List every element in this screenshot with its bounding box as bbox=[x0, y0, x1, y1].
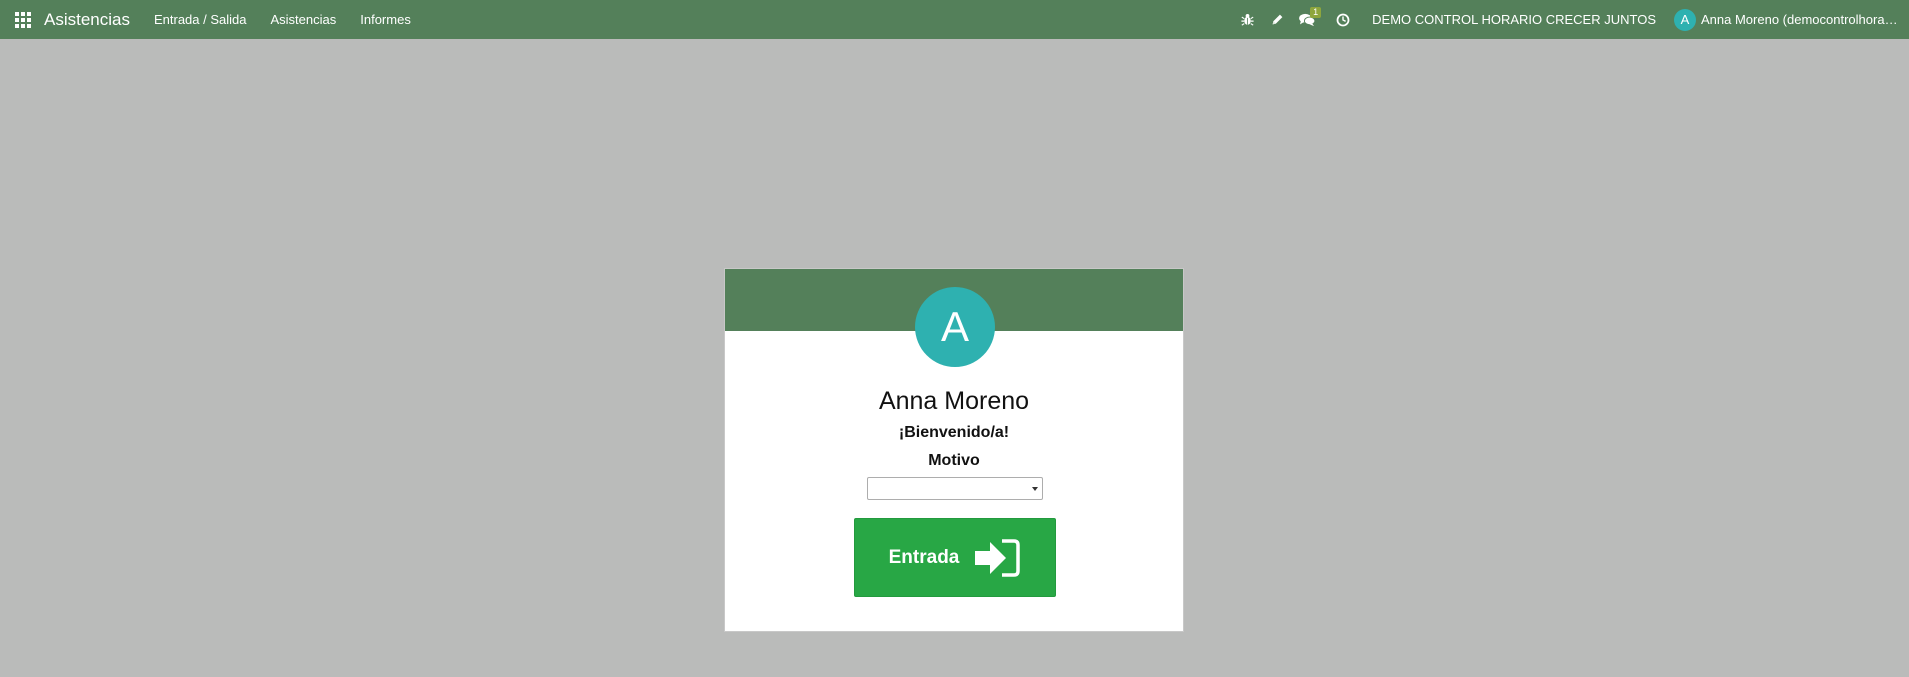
check-in-label: Entrada bbox=[888, 546, 960, 568]
chat-icon[interactable]: 1 bbox=[1292, 0, 1322, 39]
apps-grid-icon[interactable] bbox=[15, 11, 31, 28]
avatar: A bbox=[1674, 8, 1696, 31]
sign-in-icon bbox=[975, 538, 1021, 577]
employee-avatar: A bbox=[915, 287, 995, 367]
navbar-systray: 1 DEMO CONTROL HORARIO CRECER JUNTOS A A… bbox=[1232, 0, 1909, 39]
company-switcher[interactable]: DEMO CONTROL HORARIO CRECER JUNTOS bbox=[1372, 12, 1656, 27]
caret-down-icon bbox=[1032, 487, 1038, 491]
motivo-select[interactable] bbox=[867, 477, 1043, 500]
menu-item-asistencias[interactable]: Asistencias bbox=[259, 12, 349, 27]
employee-name: Anna Moreno bbox=[878, 387, 1030, 415]
welcome-message: ¡Bienvenido/a! bbox=[898, 424, 1010, 441]
clock-icon[interactable] bbox=[1328, 0, 1358, 39]
top-navbar: Asistencias Entrada / Salida Asistencias… bbox=[0, 0, 1909, 39]
user-name: Anna Moreno (democontrolhorariocrec... bbox=[1701, 12, 1901, 27]
pencil-icon[interactable] bbox=[1262, 0, 1292, 39]
menu-item-informes[interactable]: Informes bbox=[348, 12, 423, 27]
user-menu[interactable]: A Anna Moreno (democontrolhorariocrec... bbox=[1674, 8, 1901, 31]
main-menu: Entrada / Salida Asistencias Informes bbox=[142, 12, 423, 27]
attendance-card: A Anna Moreno ¡Bienvenido/a! Motivo Entr… bbox=[724, 268, 1184, 632]
app-title[interactable]: Asistencias bbox=[44, 10, 130, 30]
bug-icon[interactable] bbox=[1232, 0, 1262, 39]
check-in-button[interactable]: Entrada bbox=[854, 518, 1056, 597]
motivo-label: Motivo bbox=[928, 452, 980, 469]
messages-badge: 1 bbox=[1310, 7, 1322, 18]
menu-item-entrada-salida[interactable]: Entrada / Salida bbox=[142, 12, 259, 27]
